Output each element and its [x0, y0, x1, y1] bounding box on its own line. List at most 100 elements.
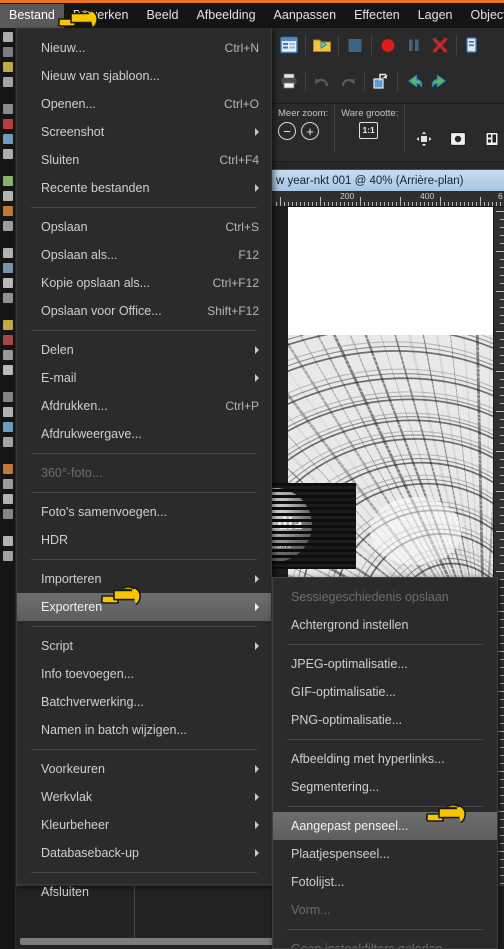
- menu-item-label: HDR: [41, 533, 69, 547]
- menu-item-opslaan[interactable]: Opslaan Ctrl+S: [17, 213, 271, 241]
- tool-palette-button-19[interactable]: [2, 350, 13, 360]
- menu-item-nieuw[interactable]: Nieuw... Ctrl+N: [17, 34, 271, 62]
- menu-item-kleurbeheer[interactable]: Kleurbeheer: [17, 811, 271, 839]
- menu-item-databaseback-up[interactable]: Databaseback-up: [17, 839, 271, 867]
- redo-icon[interactable]: [335, 68, 361, 94]
- menu-item-recente-bestanden[interactable]: Recente bestanden: [17, 174, 271, 202]
- menubar-item-beeld[interactable]: Beeld: [137, 4, 187, 28]
- menu-item-openen[interactable]: Openen... Ctrl+O: [17, 90, 271, 118]
- menu-item-werkvlak[interactable]: Werkvlak: [17, 783, 271, 811]
- zoom-out-button[interactable]: −: [278, 122, 296, 140]
- document-title-bar[interactable]: w year-nkt 001 @ 40% (Arrière-plan): [272, 169, 504, 191]
- tool-palette-button-6[interactable]: [2, 119, 13, 129]
- menubar-item-effecten[interactable]: Effecten: [345, 4, 409, 28]
- zoom-in-button[interactable]: +: [301, 122, 319, 140]
- tool-palette-button-14[interactable]: [2, 263, 13, 273]
- tool-palette-button-23[interactable]: [2, 422, 13, 432]
- rotate-left-icon[interactable]: [401, 68, 427, 94]
- menu-item-achtergrond-instellen[interactable]: Achtergrond instellen: [273, 611, 497, 639]
- menu-item-opslaan-voor-office[interactable]: Opslaan voor Office... Shift+F12: [17, 297, 271, 325]
- menu-item-namen-in-batch-wijzigen[interactable]: Namen in batch wijzigen...: [17, 716, 271, 744]
- menu-item-gif-optimalisatie[interactable]: GIF-optimalisatie...: [273, 678, 497, 706]
- tool-palette-button-3[interactable]: [2, 62, 13, 72]
- menu-item-opslaan-als[interactable]: Opslaan als... F12: [17, 241, 271, 269]
- menubar-item-bewerken[interactable]: Bewerken: [64, 4, 138, 28]
- tool-palette-button-12[interactable]: [2, 221, 13, 231]
- toggle-palettes-icon[interactable]: [479, 126, 504, 152]
- tool-palette-button-15[interactable]: [2, 278, 13, 288]
- full-screen-preview-icon[interactable]: [445, 126, 471, 152]
- menu-item-label: Nieuw van sjabloon...: [41, 69, 160, 83]
- menu-item-kopie-opslaan-als[interactable]: Kopie opslaan als... Ctrl+F12: [17, 269, 271, 297]
- record-circle-icon[interactable]: [375, 32, 401, 58]
- actual-size-button[interactable]: 1:1: [359, 122, 379, 139]
- menubar-item-bestand[interactable]: Bestand: [0, 3, 64, 28]
- tool-palette-button-5[interactable]: [2, 104, 13, 114]
- menu-item-afbeelding-met-hyperlinks[interactable]: Afbeelding met hyperlinks...: [273, 745, 497, 773]
- menu-item-screenshot[interactable]: Screenshot: [17, 118, 271, 146]
- edit-script-icon[interactable]: [460, 32, 486, 58]
- tool-palette-button-26[interactable]: [2, 479, 13, 489]
- menu-item-info-toevoegen[interactable]: Info toevoegen...: [17, 660, 271, 688]
- menu-item-segmentering[interactable]: Segmentering...: [273, 773, 497, 801]
- menu-item-importeren[interactable]: Importeren: [17, 565, 271, 593]
- resize-image-icon[interactable]: [368, 68, 394, 94]
- tools-palette-strip[interactable]: [0, 28, 16, 949]
- menu-item-e-mail[interactable]: E-mail: [17, 364, 271, 392]
- undo-icon[interactable]: [309, 68, 335, 94]
- tool-palette-button-4[interactable]: [2, 77, 13, 87]
- tool-palette-button-9[interactable]: [2, 176, 13, 186]
- tool-palette-button-30[interactable]: [2, 551, 13, 561]
- menu-item-fotolijst[interactable]: Fotolijst...: [273, 868, 497, 896]
- menu-item-afsluiten[interactable]: Afsluiten: [17, 878, 271, 906]
- menu-item-jpeg-optimalisatie[interactable]: JPEG-optimalisatie...: [273, 650, 497, 678]
- tool-palette-button-1[interactable]: [2, 32, 13, 42]
- tool-palette-button-21[interactable]: [2, 392, 13, 402]
- pause-icon[interactable]: [401, 32, 427, 58]
- tool-palette-button-22[interactable]: [2, 407, 13, 417]
- tool-palette-button-24[interactable]: [2, 437, 13, 447]
- tool-palette-button-16[interactable]: [2, 293, 13, 303]
- fit-to-window-icon[interactable]: [411, 126, 437, 152]
- tool-palette-button-27[interactable]: [2, 494, 13, 504]
- tool-palette-button-11[interactable]: [2, 206, 13, 216]
- menu-item-script[interactable]: Script: [17, 632, 271, 660]
- menu-item-png-optimalisatie[interactable]: PNG-optimalisatie...: [273, 706, 497, 734]
- tool-palette-button-10[interactable]: [2, 191, 13, 201]
- tool-palette-button-2[interactable]: [2, 47, 13, 57]
- menubar-item-aanpassen[interactable]: Aanpassen: [265, 4, 346, 28]
- menubar-item-lagen[interactable]: Lagen: [409, 4, 462, 28]
- export-submenu-popup[interactable]: Sessiegeschiedenis opslaan Achtergrond in…: [272, 577, 498, 949]
- menubar-item-objecten[interactable]: Objecten: [462, 4, 504, 28]
- menu-item-foto-s-samenvoegen[interactable]: Foto's samenvoegen...: [17, 498, 271, 526]
- print-icon[interactable]: [276, 68, 302, 94]
- tool-palette-button-28[interactable]: [2, 509, 13, 519]
- menu-item-afdrukweergave[interactable]: Afdrukweergave...: [17, 420, 271, 448]
- file-menu-popup[interactable]: Nieuw... Ctrl+N Nieuw van sjabloon... Opene…: [16, 28, 272, 899]
- tool-palette-button-25[interactable]: [2, 464, 13, 474]
- menu-item-delen[interactable]: Delen: [17, 336, 271, 364]
- tool-palette-button-20[interactable]: [2, 365, 13, 375]
- tool-palette-button-17[interactable]: [2, 320, 13, 330]
- tool-palette-button-18[interactable]: [2, 335, 13, 345]
- menu-item-hdr[interactable]: HDR: [17, 526, 271, 554]
- script-panel-icon[interactable]: [276, 32, 302, 58]
- open-script-folder-icon[interactable]: [309, 32, 335, 58]
- menu-item-plaatjespenseel[interactable]: Plaatjespenseel...: [273, 840, 497, 868]
- cancel-x-icon[interactable]: [427, 32, 453, 58]
- stop-square-icon[interactable]: [342, 32, 368, 58]
- tool-palette-button-13[interactable]: [2, 248, 13, 258]
- menubar-item-afbeelding[interactable]: Afbeelding: [187, 4, 264, 28]
- menu-item-nieuw-van-sjabloon[interactable]: Nieuw van sjabloon...: [17, 62, 271, 90]
- menu-item-sluiten[interactable]: Sluiten Ctrl+F4: [17, 146, 271, 174]
- chevron-right-icon: [255, 374, 259, 382]
- menu-item-batchverwerking[interactable]: Batchverwerking...: [17, 688, 271, 716]
- menu-item-afdrukken[interactable]: Afdrukken... Ctrl+P: [17, 392, 271, 420]
- tool-palette-button-8[interactable]: [2, 149, 13, 159]
- tool-palette-button-7[interactable]: [2, 134, 13, 144]
- rotate-right-icon[interactable]: [427, 68, 453, 94]
- menu-item-exporteren[interactable]: Exporteren: [17, 593, 271, 621]
- menu-item-voorkeuren[interactable]: Voorkeuren: [17, 755, 271, 783]
- tool-palette-button-29[interactable]: [2, 536, 13, 546]
- menu-item-aangepast-penseel[interactable]: Aangepast penseel...: [273, 812, 497, 840]
